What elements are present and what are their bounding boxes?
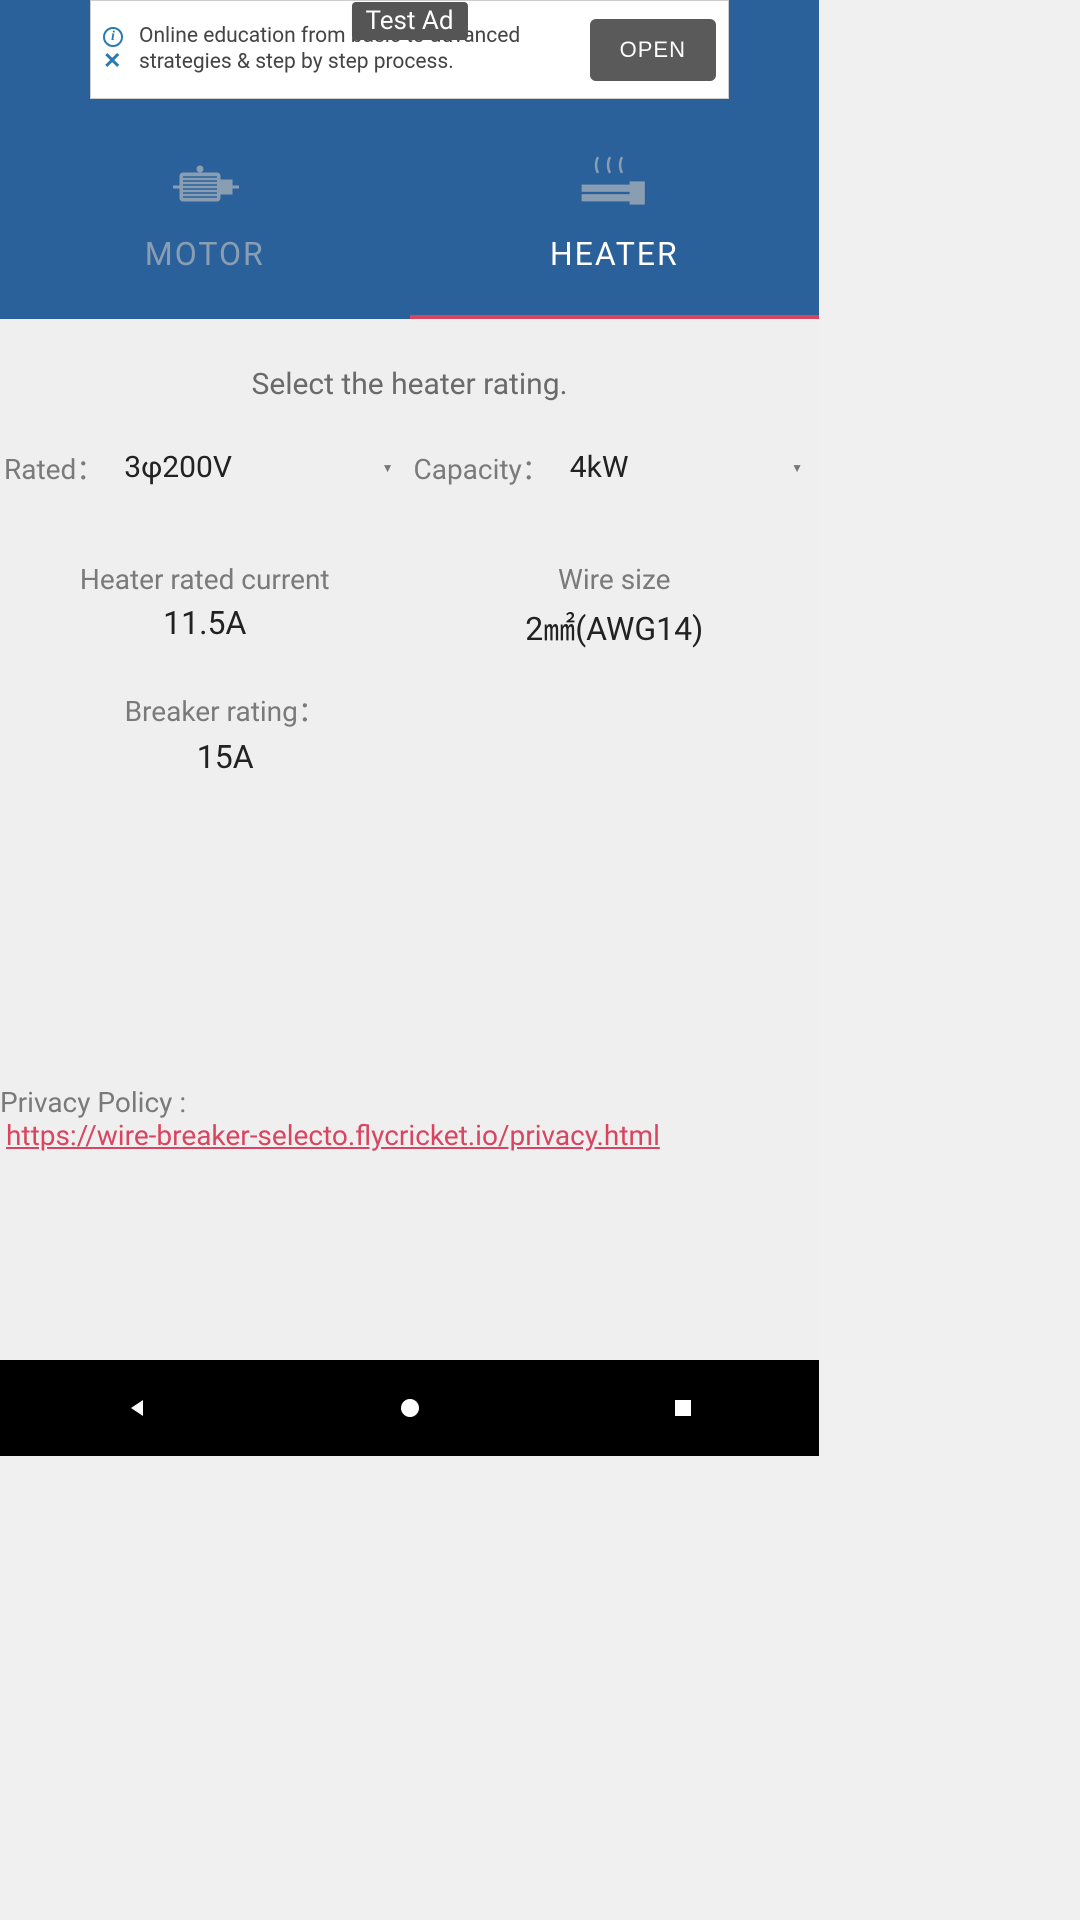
capacity-label: Capacity： [414, 448, 550, 488]
ad-open-button[interactable]: OPEN [590, 19, 716, 81]
rated-value: 3φ200V [124, 450, 232, 485]
ad-icons: i ✕ [103, 27, 123, 73]
back-button[interactable] [117, 1388, 157, 1428]
results-grid: Heater rated current 11.5A Wire size 2㎟(… [0, 533, 819, 826]
wire-value: 2㎟(AWG14) [430, 604, 800, 650]
heater-icon [574, 155, 654, 215]
tab-motor[interactable]: MOTOR [0, 99, 410, 319]
tabs-bar: MOTOR HEATER [0, 99, 819, 319]
breaker-value: 15A [20, 738, 430, 776]
result-current: Heater rated current 11.5A [0, 553, 410, 680]
breaker-label: Breaker rating： [20, 690, 430, 730]
result-breaker: Breaker rating： 15A [0, 680, 450, 806]
capacity-dropdown[interactable]: 4kW ▼ [558, 442, 815, 493]
tab-heater[interactable]: HEATER [410, 99, 820, 319]
recent-apps-button[interactable] [663, 1388, 703, 1428]
chevron-down-icon: ▼ [382, 461, 394, 475]
current-label: Heater rated current [20, 563, 390, 596]
rated-dropdown[interactable]: 3φ200V ▼ [112, 442, 405, 493]
rated-label: Rated： [4, 448, 104, 488]
capacity-value: 4kW [570, 450, 629, 485]
result-wire: Wire size 2㎟(AWG14) [410, 553, 820, 680]
capacity-group: Capacity： 4kW ▼ [410, 442, 820, 493]
tab-heater-label: HEATER [550, 235, 679, 273]
info-icon[interactable]: i [103, 27, 123, 47]
selectors-row: Rated： 3φ200V ▼ Capacity： 4kW ▼ [0, 442, 819, 533]
privacy-link[interactable]: https://wire-breaker-selecto.flycricket.… [0, 1119, 660, 1152]
test-ad-badge: Test Ad [351, 2, 467, 40]
privacy-section: Privacy Policy : https://wire-breaker-se… [0, 826, 819, 1152]
tab-motor-label: MOTOR [145, 235, 265, 273]
rated-group: Rated： 3φ200V ▼ [0, 442, 410, 493]
close-ad-icon[interactable]: ✕ [103, 51, 123, 73]
system-nav-bar [0, 1360, 819, 1456]
home-button[interactable] [390, 1388, 430, 1428]
wire-label: Wire size [430, 563, 800, 596]
chevron-down-icon: ▼ [791, 461, 803, 475]
motor-icon [165, 155, 245, 215]
current-value: 11.5A [20, 604, 390, 642]
content-area: Select the heater rating. Rated： 3φ200V … [0, 319, 819, 1360]
privacy-label: Privacy Policy : [0, 1086, 819, 1119]
content-heading: Select the heater rating. [0, 319, 819, 442]
ad-banner: Test Ad i ✕ Online education from basic … [0, 0, 819, 99]
